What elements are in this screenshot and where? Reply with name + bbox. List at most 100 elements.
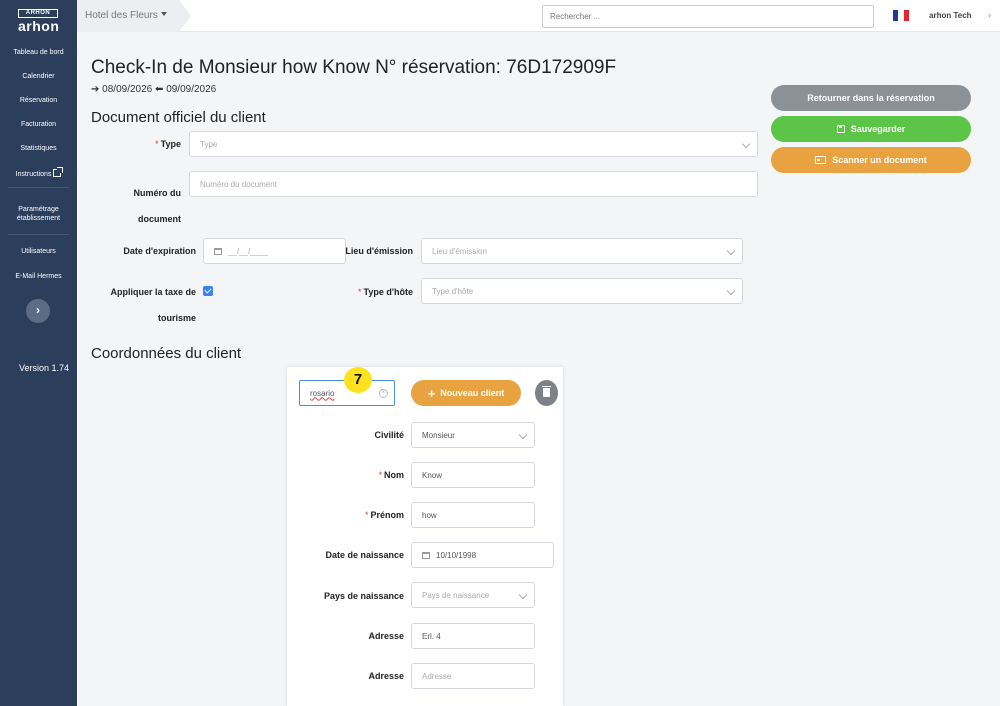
issue-place-label: Lieu d'émission <box>345 246 413 256</box>
client-card <box>287 367 563 706</box>
tourist-tax-label: Appliquer la taxe de tourisme <box>100 287 196 323</box>
sidebar-item-calendar[interactable]: Calendrier <box>0 73 77 80</box>
sidebar-item-instructions-label: Instructions <box>15 171 52 178</box>
host-type-label: * Type d'hôte <box>340 287 413 297</box>
french-flag-icon[interactable] <box>893 10 909 21</box>
sidebar-item-dashboard[interactable]: Tableau de bord <box>0 49 77 56</box>
tourist-tax-label-line1: Appliquer la taxe de <box>110 287 196 297</box>
hotel-selector[interactable]: Hotel des Fleurs <box>77 0 191 32</box>
address2-placeholder: Adresse <box>422 671 452 681</box>
document-number-label: Numéro du document <box>110 180 181 232</box>
address-input[interactable]: Erl. 4 <box>411 623 535 649</box>
sidebar-divider <box>8 234 69 235</box>
document-number-placeholder: Numéro du document <box>200 179 277 189</box>
floppy-disk-icon <box>836 125 845 133</box>
document-number-label-line2: document <box>137 214 181 224</box>
address2-input[interactable]: Adresse <box>411 663 535 689</box>
page-title: Check-In de Monsieur how Know N° réserva… <box>91 57 617 78</box>
type-label-text: Type <box>160 139 181 149</box>
step-badge: 7 <box>344 367 372 393</box>
firstname-value: how <box>422 510 437 520</box>
client-section-title: Coordonnées du client <box>91 345 242 362</box>
clear-icon[interactable]: × <box>379 389 388 398</box>
lastname-input[interactable]: Know <box>411 462 535 488</box>
logo: ARHON arhon <box>18 9 60 34</box>
lastname-value: Know <box>422 470 443 480</box>
expiry-date-label: Date d'expiration <box>123 246 196 256</box>
caret-down-icon <box>160 12 167 16</box>
arrow-right-icon: ➔ <box>91 84 100 95</box>
civility-select[interactable]: Monsieur <box>411 422 535 448</box>
logo-main: arhon <box>18 18 60 34</box>
sidebar-item-settings[interactable]: Paramétrage établissement <box>0 205 77 223</box>
issue-place-select[interactable]: Lieu d'émission <box>421 238 743 264</box>
sidebar: ARHON arhon Tableau de bord Calendrier R… <box>0 0 77 706</box>
stay-dates: ➔ 08/09/2026 ⬅ 09/09/2026 <box>91 84 216 95</box>
search-input[interactable] <box>542 5 874 28</box>
birth-country-label: Pays de naissance <box>323 591 404 601</box>
calendar-icon <box>422 551 430 559</box>
chevron-down-icon <box>726 246 736 256</box>
save-button[interactable]: Sauvegarder <box>771 116 971 142</box>
sidebar-expand-button[interactable]: › <box>26 299 50 323</box>
id-card-icon <box>815 156 827 164</box>
document-section-title: Document officiel du client <box>91 109 266 126</box>
required-marker: * <box>155 139 159 149</box>
expiry-date-placeholder: __/__/____ <box>228 246 269 256</box>
scan-document-label: Scanner un document <box>832 155 927 165</box>
logo-top: ARHON <box>18 9 58 18</box>
issue-place-placeholder: Lieu d'émission <box>432 246 487 256</box>
sidebar-item-reservation[interactable]: Réservation <box>0 97 77 104</box>
address2-label: Adresse <box>368 671 404 681</box>
civility-value: Monsieur <box>422 430 455 440</box>
required-marker: * <box>358 287 362 297</box>
scan-document-button[interactable]: Scanner un document <box>771 147 971 173</box>
document-number-label-line1: Numéro du <box>133 188 181 198</box>
topbar: Hotel des Fleurs arhon Tech › <box>77 0 1000 32</box>
address-value: Erl. 4 <box>422 631 441 641</box>
document-number-input[interactable]: Numéro du document <box>189 171 758 197</box>
delete-client-button[interactable] <box>535 380 558 406</box>
sidebar-item-statistics[interactable]: Statistiques <box>0 145 77 152</box>
flag-stripe-red <box>903 10 909 21</box>
sidebar-divider <box>8 187 69 188</box>
firstname-label: * Prénom <box>330 510 404 520</box>
sidebar-item-email-hermes[interactable]: E-Mail Hermes <box>0 273 77 280</box>
lastname-label: * Nom <box>330 470 404 480</box>
back-to-reservation-button[interactable]: Retourner dans la réservation <box>771 85 971 111</box>
departure-date: 09/09/2026 <box>166 84 217 95</box>
birth-country-select[interactable]: Pays de naissance <box>411 582 535 608</box>
birthdate-value: 10/10/1998 <box>436 550 477 560</box>
sidebar-item-instructions[interactable]: Instructions <box>0 167 77 178</box>
client-search-value: rosario <box>310 388 335 398</box>
required-marker: * <box>378 470 382 480</box>
firstname-input[interactable]: how <box>411 502 535 528</box>
user-menu[interactable]: arhon Tech <box>929 11 972 20</box>
new-client-button[interactable]: + Nouveau client <box>411 380 521 406</box>
type-select[interactable]: Type <box>189 131 758 157</box>
host-type-placeholder: Type d'hôte <box>432 286 474 296</box>
arrival-date: 08/09/2026 <box>102 84 153 95</box>
arrow-left-icon: ⬅ <box>155 84 164 95</box>
tourist-tax-label-line2: tourisme <box>157 313 196 323</box>
chevron-down-icon <box>726 286 736 296</box>
birthdate-input[interactable]: 10/10/1998 <box>411 542 554 568</box>
sidebar-item-billing[interactable]: Facturation <box>0 121 77 128</box>
back-to-reservation-label: Retourner dans la réservation <box>807 93 935 103</box>
chevron-right-icon[interactable]: › <box>988 10 991 20</box>
type-select-placeholder: Type <box>200 139 218 149</box>
trash-icon <box>542 386 551 397</box>
plus-icon: + <box>427 385 436 401</box>
save-label: Sauvegarder <box>850 124 906 134</box>
type-label: * Type <box>130 139 181 149</box>
calendar-icon <box>214 247 222 255</box>
host-type-label-text: Type d'hôte <box>363 287 413 297</box>
tourist-tax-checkbox[interactable] <box>203 286 213 296</box>
hotel-selector-label: Hotel des Fleurs <box>85 10 167 21</box>
version-label: Version 1.74 <box>18 363 70 373</box>
lastname-label-text: Nom <box>384 470 404 480</box>
expiry-date-input[interactable]: __/__/____ <box>203 238 346 264</box>
external-link-icon <box>53 167 64 177</box>
host-type-select[interactable]: Type d'hôte <box>421 278 743 304</box>
sidebar-item-users[interactable]: Utilisateurs <box>0 248 77 255</box>
